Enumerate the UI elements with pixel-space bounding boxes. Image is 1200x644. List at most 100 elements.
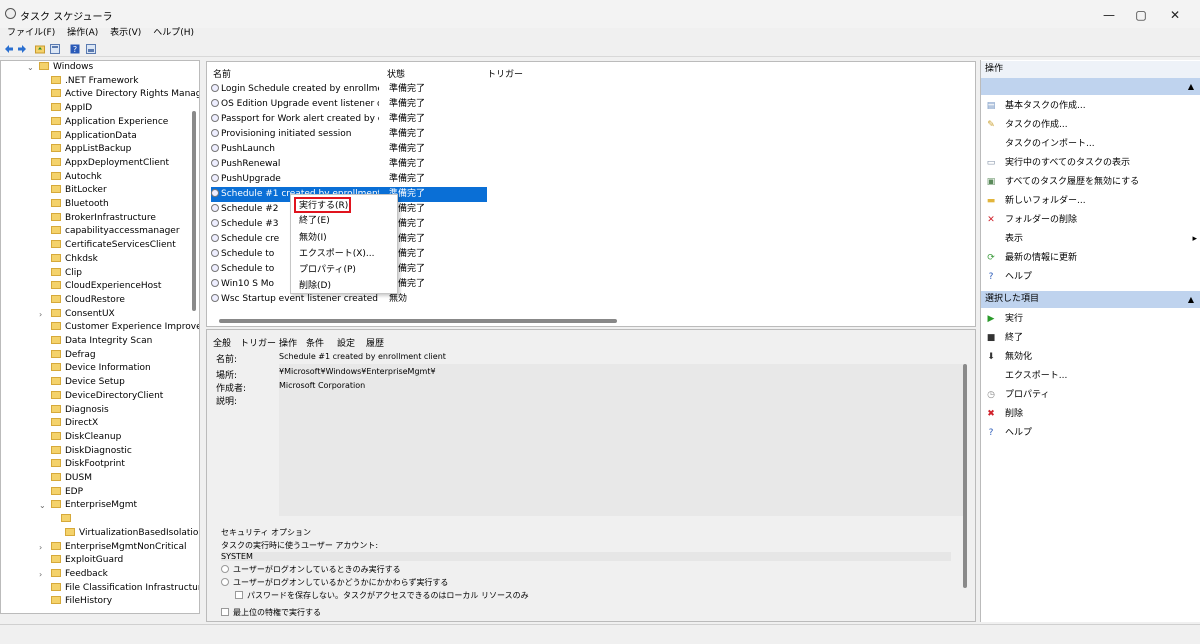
selected-item-header[interactable]: 選択した項目 <box>981 291 1200 308</box>
task-row[interactable]: Login Schedule created by enrollment cli… <box>211 82 487 97</box>
task-row[interactable]: Passport for Work alert created by enrol… <box>211 112 487 127</box>
action-item[interactable]: ▶ 実行 <box>985 310 1197 328</box>
tree-item[interactable]: .NET Framework <box>51 75 138 88</box>
folder-tree[interactable]: ⌄ Windows .NET Framework Active Directory R… <box>0 60 200 614</box>
view-icon[interactable] <box>86 44 96 54</box>
tree-item[interactable]: DiskDiagnostic <box>51 445 132 458</box>
checkbox-highest-privileges[interactable]: 最上位の特権で実行する <box>221 607 321 618</box>
ctx-end[interactable]: 終了(E) <box>299 214 330 229</box>
tree-item[interactable]: DiskFootprint <box>51 458 125 471</box>
tab-actions[interactable]: 操作 <box>279 336 297 349</box>
checkbox-do-not-store-password[interactable]: パスワードを保存しない。タスクがアクセスできるのはローカル リソースのみ <box>235 590 529 601</box>
expand-toggle-icon[interactable]: › <box>39 568 42 581</box>
tree-item[interactable]: › Feedback <box>39 568 108 581</box>
tree-item[interactable]: Clip <box>51 267 82 280</box>
action-item[interactable]: ? ヘルプ <box>985 268 1197 286</box>
task-row[interactable]: Wsc Startup event listener created by en… <box>211 292 487 307</box>
tree-item[interactable]: ApplicationData <box>51 130 137 143</box>
task-list-scrollbar[interactable] <box>219 319 617 323</box>
action-item[interactable]: ✖ 削除 <box>985 405 1197 423</box>
tree-item[interactable]: AppxDeploymentClient <box>51 157 169 170</box>
tree-item[interactable]: DUSM <box>51 472 92 485</box>
tree-item[interactable]: AppListBackup <box>51 143 131 156</box>
action-item[interactable]: タスクのインポート... <box>985 135 1197 153</box>
task-row[interactable]: PushUpgrade 準備完了 <box>211 172 487 187</box>
tree-item[interactable]: DirectX <box>51 417 98 430</box>
forward-arrow-icon[interactable] <box>17 44 27 54</box>
collapse-icon[interactable]: ▲ <box>1188 295 1194 304</box>
tree-item[interactable]: File Classification Infrastructure <box>51 582 199 595</box>
radio-logged-on-only[interactable]: ユーザーがログオンしているときのみ実行する <box>221 564 401 575</box>
tab-history[interactable]: 履歴 <box>366 336 384 349</box>
tree-item[interactable]: capabilityaccessmanager <box>51 225 180 238</box>
action-item[interactable]: ▤ 基本タスクの作成... <box>985 97 1197 115</box>
action-item[interactable]: ✎ タスクの作成... <box>985 116 1197 134</box>
task-row[interactable]: Provisioning initiated session 準備完了 <box>211 127 487 142</box>
action-item[interactable]: ? ヘルプ <box>985 424 1197 442</box>
action-item[interactable]: ▣ すべてのタスク履歴を無効にする <box>985 173 1197 191</box>
tree-item[interactable]: CertificateServicesClient <box>51 239 176 252</box>
menu-help[interactable]: ヘルプ(H) <box>153 26 194 40</box>
tree-item[interactable]: BrokerInfrastructure <box>51 212 156 225</box>
folder-up-icon[interactable] <box>35 44 45 54</box>
tree-item[interactable]: Device Setup <box>51 376 125 389</box>
details-scrollbar[interactable] <box>963 364 967 588</box>
tree-item[interactable]: FileHistory <box>51 595 112 608</box>
tab-settings[interactable]: 設定 <box>337 336 355 349</box>
tree-item[interactable]: Autochk <box>51 171 102 184</box>
tree-item[interactable]: Device Information <box>51 362 151 375</box>
tree-item[interactable]: VirtualizationBasedIsolation <box>65 527 199 540</box>
expand-toggle-icon[interactable]: ⌄ <box>39 499 46 512</box>
column-header-name[interactable]: 名前 <box>213 67 231 80</box>
tab-general[interactable]: 全般 <box>213 336 231 349</box>
back-arrow-icon[interactable] <box>4 44 14 54</box>
task-row[interactable]: OS Edition Upgrade event listener create… <box>211 97 487 112</box>
ctx-run[interactable]: 実行する(R) <box>299 199 348 214</box>
ctx-disable[interactable]: 無効(I) <box>299 231 327 246</box>
action-item[interactable]: ◷ プロパティ <box>985 386 1197 404</box>
tree-item[interactable]: › EnterpriseMgmtNonCritical <box>39 541 187 554</box>
tree-item[interactable]: BitLocker <box>51 184 107 197</box>
tab-conditions[interactable]: 条件 <box>306 336 324 349</box>
ctx-delete[interactable]: 削除(D) <box>299 279 331 294</box>
expand-toggle-icon[interactable]: › <box>39 308 42 321</box>
menu-action[interactable]: 操作(A) <box>67 26 98 40</box>
tree-item[interactable]: AppID <box>51 102 92 115</box>
console-icon[interactable] <box>50 44 60 54</box>
menu-view[interactable]: 表示(V) <box>110 26 141 40</box>
task-row[interactable]: PushRenewal 準備完了 <box>211 157 487 172</box>
tab-triggers[interactable]: トリガー <box>240 336 276 349</box>
tree-item[interactable]: EDP <box>51 486 83 499</box>
tree-item[interactable]: DiskCleanup <box>51 431 121 444</box>
tree-item[interactable]: › ConsentUX <box>39 308 115 321</box>
radio-whether-logged-on[interactable]: ユーザーがログオンしているかどうかにかかわらず実行する <box>221 577 448 588</box>
tree-item[interactable]: Bluetooth <box>51 198 109 211</box>
close-button[interactable]: ✕ <box>1160 6 1190 24</box>
tree-item[interactable]: Application Experience <box>51 116 168 129</box>
actions-header[interactable]: 操作 <box>981 61 1200 78</box>
action-item[interactable]: ▭ 実行中のすべてのタスクの表示 <box>985 154 1197 172</box>
action-item[interactable]: ⟳ 最新の情報に更新 <box>985 249 1197 267</box>
action-item[interactable]: ✕ フォルダーの削除 <box>985 211 1197 229</box>
action-item[interactable]: ■ 終了 <box>985 329 1197 347</box>
tree-item[interactable] <box>61 513 75 526</box>
collapse-icon[interactable]: ▲ <box>1188 82 1194 91</box>
tree-item[interactable]: ExploitGuard <box>51 554 123 567</box>
tree-item[interactable]: Customer Experience Improve <box>51 321 199 334</box>
maximize-button[interactable]: ▢ <box>1126 6 1156 24</box>
column-header-status[interactable]: 状態 <box>387 67 405 80</box>
action-item[interactable]: ⬇ 無効化 <box>985 348 1197 366</box>
tree-scrollbar[interactable] <box>192 111 196 311</box>
tree-item[interactable]: Chkdsk <box>51 253 98 266</box>
tree-item[interactable]: CloudExperienceHost <box>51 280 161 293</box>
ctx-properties[interactable]: プロパティ(P) <box>299 263 356 278</box>
column-header-trigger[interactable]: トリガー <box>487 67 523 80</box>
expand-toggle-icon[interactable]: ⌄ <box>27 61 34 74</box>
tree-item[interactable]: CloudRestore <box>51 294 125 307</box>
task-row[interactable]: PushLaunch 準備完了 <box>211 142 487 157</box>
expand-toggle-icon[interactable]: › <box>39 541 42 554</box>
minimize-button[interactable]: — <box>1094 6 1124 24</box>
tree-item[interactable]: ⌄ Windows <box>27 61 93 74</box>
menu-file[interactable]: ファイル(F) <box>7 26 55 40</box>
tree-item[interactable]: Diagnosis <box>51 404 109 417</box>
